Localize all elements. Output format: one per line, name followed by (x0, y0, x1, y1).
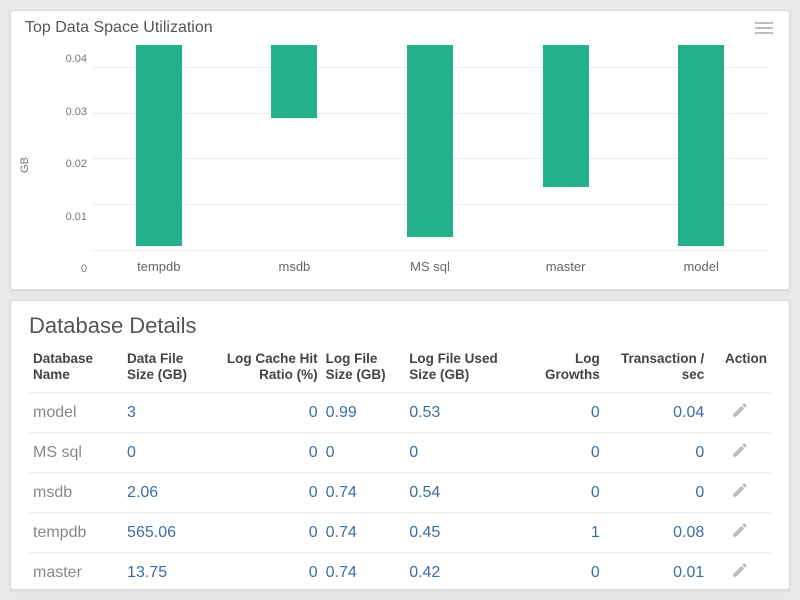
edit-icon[interactable] (731, 561, 749, 579)
cell-log-size: 0.74 (322, 513, 406, 553)
cell-tps: 0.04 (604, 393, 709, 433)
col-data-file: Data File Size (GB) (123, 345, 207, 393)
col-hit-ratio: Log Cache Hit Ratio (%) (207, 345, 322, 393)
database-table: Database Name Data File Size (GB) Log Ca… (29, 345, 771, 590)
table-row: master13.7500.740.4200.01 (29, 553, 771, 590)
cell-db-name: master (29, 553, 123, 590)
chart-title: Top Data Space Utilization (25, 19, 213, 37)
chart-bar: tempdb (91, 45, 227, 251)
cell-log-used: 0.45 (405, 513, 520, 553)
edit-icon[interactable] (731, 481, 749, 499)
table-row: tempdb565.0600.740.4510.08 (29, 513, 771, 553)
col-log-growths: Log Growths (520, 345, 604, 393)
chart-menu-icon[interactable] (755, 19, 775, 37)
table-row: model300.990.5300.04 (29, 393, 771, 433)
cell-log-used: 0 (405, 433, 520, 473)
chart-ytick: 0.01 (53, 211, 87, 223)
chart-bar: MS sql (362, 45, 498, 251)
chart-bar: msdb (227, 45, 363, 251)
chart-xtick: model (683, 259, 718, 274)
cell-db-name: msdb (29, 473, 123, 513)
table-row: msdb2.0600.740.5400 (29, 473, 771, 513)
cell-growths: 0 (520, 553, 604, 590)
cell-tps: 0.08 (604, 513, 709, 553)
cell-log-size: 0.74 (322, 473, 406, 513)
edit-icon[interactable] (731, 401, 749, 419)
cell-hit-ratio: 0 (207, 433, 322, 473)
cell-log-used: 0.54 (405, 473, 520, 513)
cell-hit-ratio: 0 (207, 473, 322, 513)
chart-ytick: 0.02 (53, 158, 87, 170)
col-tps: Transaction / sec (604, 345, 709, 393)
chart-xtick: MS sql (410, 259, 450, 274)
chart-xtick: msdb (278, 259, 310, 274)
cell-growths: 0 (520, 433, 604, 473)
chart-bar: model (633, 45, 769, 251)
edit-icon[interactable] (731, 521, 749, 539)
cell-log-size: 0 (322, 433, 406, 473)
cell-log-size: 0.74 (322, 553, 406, 590)
cell-growths: 0 (520, 473, 604, 513)
cell-tps: 0 (604, 433, 709, 473)
cell-db-name: MS sql (29, 433, 123, 473)
cell-growths: 1 (520, 513, 604, 553)
col-db-name: Database Name (29, 345, 123, 393)
chart-xtick: tempdb (137, 259, 180, 274)
cell-hit-ratio: 0 (207, 393, 322, 433)
chart-panel: Top Data Space Utilization GB tempdbmsdb… (10, 10, 790, 290)
chart-y-axis-label: GB (19, 157, 31, 173)
chart-plot-area: tempdbmsdbMS sqlmastermodel 00.010.020.0… (51, 45, 769, 281)
cell-data-file: 565.06 (123, 513, 207, 553)
cell-data-file: 13.75 (123, 553, 207, 590)
chart-bar: master (498, 45, 634, 251)
chart-ytick: 0.04 (53, 53, 87, 65)
cell-log-size: 0.99 (322, 393, 406, 433)
col-action: Action (708, 345, 771, 393)
cell-tps: 0.01 (604, 553, 709, 590)
cell-log-used: 0.42 (405, 553, 520, 590)
edit-icon[interactable] (731, 441, 749, 459)
table-title: Database Details (29, 313, 771, 339)
chart-xtick: master (546, 259, 586, 274)
table-header-row: Database Name Data File Size (GB) Log Ca… (29, 345, 771, 393)
chart-ytick: 0 (53, 263, 87, 275)
cell-growths: 0 (520, 393, 604, 433)
cell-hit-ratio: 0 (207, 513, 322, 553)
col-log-size: Log File Size (GB) (322, 345, 406, 393)
col-log-used: Log File Used Size (GB) (405, 345, 520, 393)
cell-db-name: tempdb (29, 513, 123, 553)
cell-tps: 0 (604, 473, 709, 513)
chart-ytick: 0.03 (53, 106, 87, 118)
cell-db-name: model (29, 393, 123, 433)
cell-data-file: 2.06 (123, 473, 207, 513)
cell-hit-ratio: 0 (207, 553, 322, 590)
cell-log-used: 0.53 (405, 393, 520, 433)
table-panel: Database Details Database Name Data File… (10, 300, 790, 590)
cell-data-file: 0 (123, 433, 207, 473)
table-row: MS sql000000 (29, 433, 771, 473)
cell-data-file: 3 (123, 393, 207, 433)
